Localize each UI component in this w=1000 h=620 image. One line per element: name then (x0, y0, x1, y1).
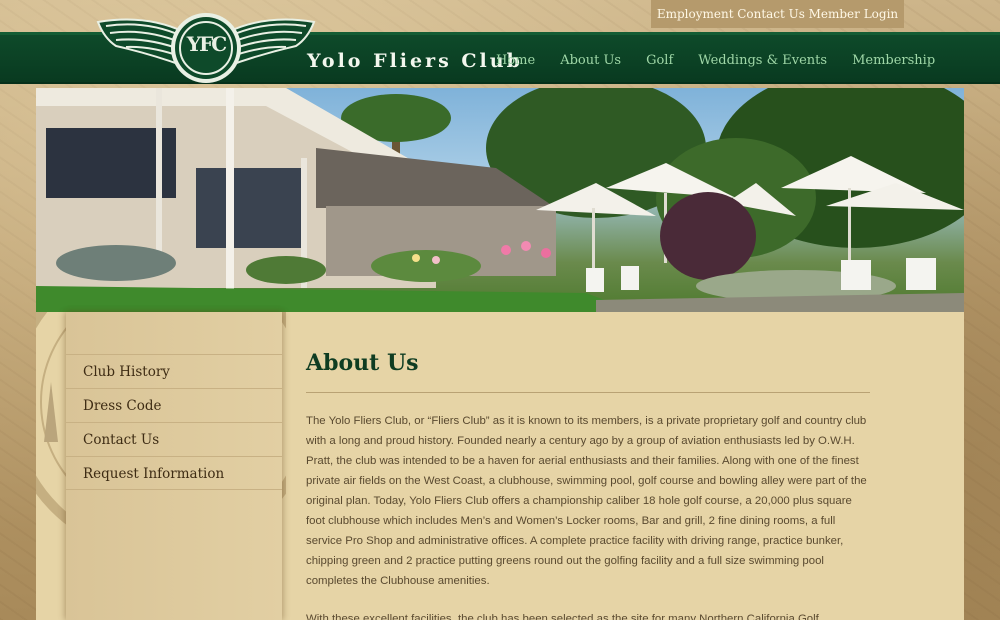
utility-link-contact[interactable]: Contact Us (737, 7, 805, 21)
body-paragraph: The Yolo Fliers Club, or “Fliers Club” a… (306, 415, 867, 587)
sidebar-item-request-information[interactable]: Request Information (66, 456, 282, 490)
logo-monogram: YFC (186, 32, 227, 56)
main-nav: Home About Us Golf Weddings & Events Mem… (496, 53, 960, 68)
nav-membership[interactable]: Membership (852, 53, 935, 68)
content-area: Club History Dress Code Contact Us Reque… (36, 312, 964, 620)
winged-logo[interactable]: YFC (96, 10, 316, 86)
nav-home[interactable]: Home (496, 53, 535, 68)
sidebar-item-contact-us[interactable]: Contact Us (66, 422, 282, 456)
page-title: About Us (306, 350, 870, 393)
hero-image (36, 88, 964, 312)
sidebar-item-club-history[interactable]: Club History (66, 354, 282, 388)
nav-golf[interactable]: Golf (646, 53, 673, 68)
nav-weddings-events[interactable]: Weddings & Events (698, 53, 827, 68)
utility-link-employment[interactable]: Employment (657, 7, 734, 21)
site-title[interactable]: Yolo Fliers Club (307, 50, 523, 72)
utility-nav: Employment Contact Us Member Login (651, 0, 904, 28)
sidebar-nav: Club History Dress Code Contact Us Reque… (66, 354, 282, 490)
sidebar-item-dress-code[interactable]: Dress Code (66, 388, 282, 422)
utility-link-member-login[interactable]: Member Login (809, 7, 899, 21)
sidebar: Club History Dress Code Contact Us Reque… (66, 312, 282, 620)
main-content: About Us The Yolo Fliers Club, or “Flier… (306, 312, 870, 620)
nav-about-us[interactable]: About Us (560, 53, 621, 68)
body-paragraph: With these excellent facilities, the clu… (306, 613, 819, 620)
